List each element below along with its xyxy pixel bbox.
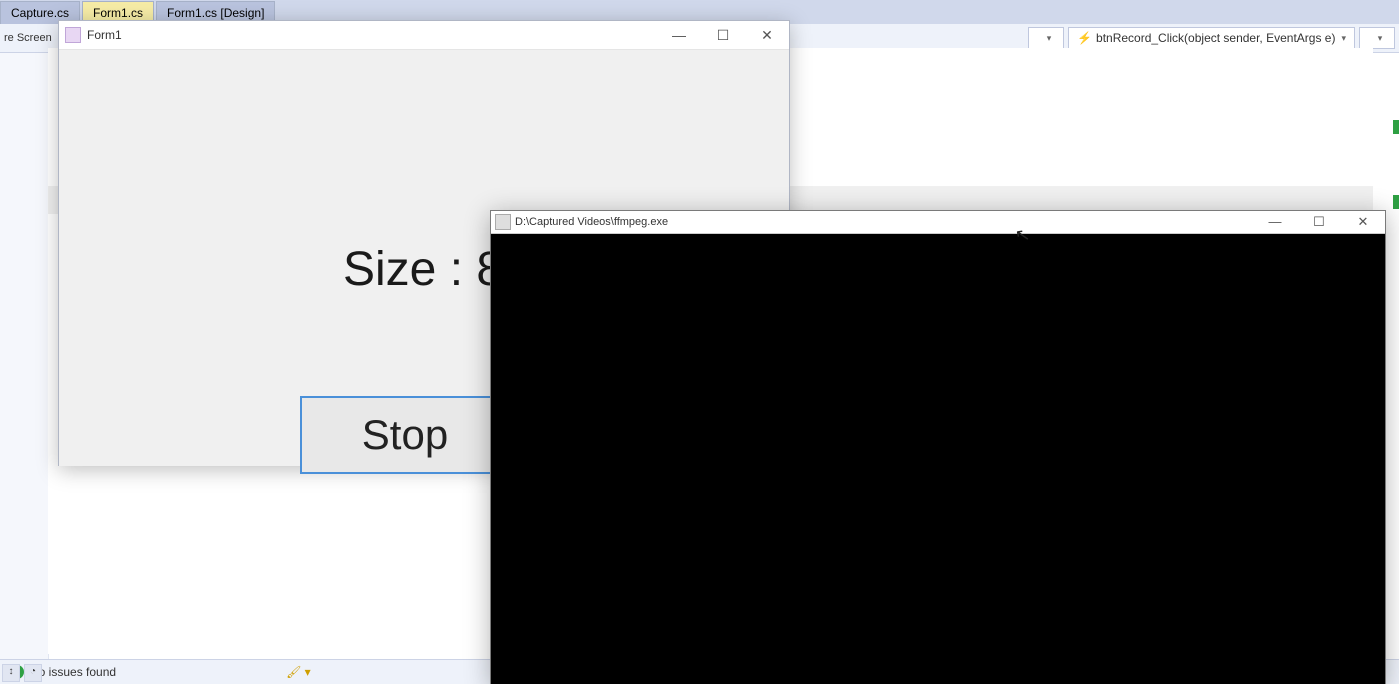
info-icon[interactable]: ◔ (24, 664, 42, 682)
form1-title: Form1 (87, 28, 657, 42)
chevron-down-icon: ▾ (1378, 33, 1383, 44)
margin-toggles: ↕ ◔ (2, 664, 42, 682)
close-button[interactable]: ✕ (745, 21, 789, 49)
minimize-button[interactable]: — (1253, 211, 1297, 233)
scroll-marker (1393, 195, 1399, 209)
minimize-button[interactable]: — (657, 21, 701, 49)
status-text: No issues found (30, 665, 116, 679)
console-titlebar[interactable]: D:\Captured Videos\ffmpeg.exe — ☐ ✕ (491, 211, 1385, 234)
form1-titlebar[interactable]: Form1 — ☐ ✕ (59, 21, 789, 50)
brush-icon[interactable]: 🖌 ▾ (286, 665, 311, 679)
method-icon: ⚡ (1077, 31, 1092, 45)
form-icon (65, 27, 81, 43)
type-selector[interactable]: ▾ (1028, 27, 1064, 49)
console-title: D:\Captured Videos\ffmpeg.exe (515, 216, 1253, 228)
arrow-icon[interactable]: ↕ (2, 664, 20, 682)
chevron-down-icon: ▾ (1047, 33, 1052, 44)
console-window: D:\Captured Videos\ffmpeg.exe — ☐ ✕ (490, 210, 1386, 684)
member-selector[interactable]: ⚡ btnRecord_Click(object sender, EventAr… (1068, 27, 1355, 49)
scroll-marker (1393, 120, 1399, 134)
left-gutter (0, 0, 49, 684)
maximize-button[interactable]: ☐ (701, 21, 745, 49)
toolbar-left-fragment: re Screen (0, 32, 52, 44)
scope-selector[interactable]: ▾ (1359, 27, 1395, 49)
terminal-icon (495, 214, 511, 230)
maximize-button[interactable]: ☐ (1297, 211, 1341, 233)
close-button[interactable]: ✕ (1341, 211, 1385, 233)
record-button[interactable]: Stop (300, 396, 510, 474)
chevron-down-icon: ▾ (1341, 33, 1346, 44)
member-selector-label: btnRecord_Click(object sender, EventArgs… (1096, 31, 1335, 45)
